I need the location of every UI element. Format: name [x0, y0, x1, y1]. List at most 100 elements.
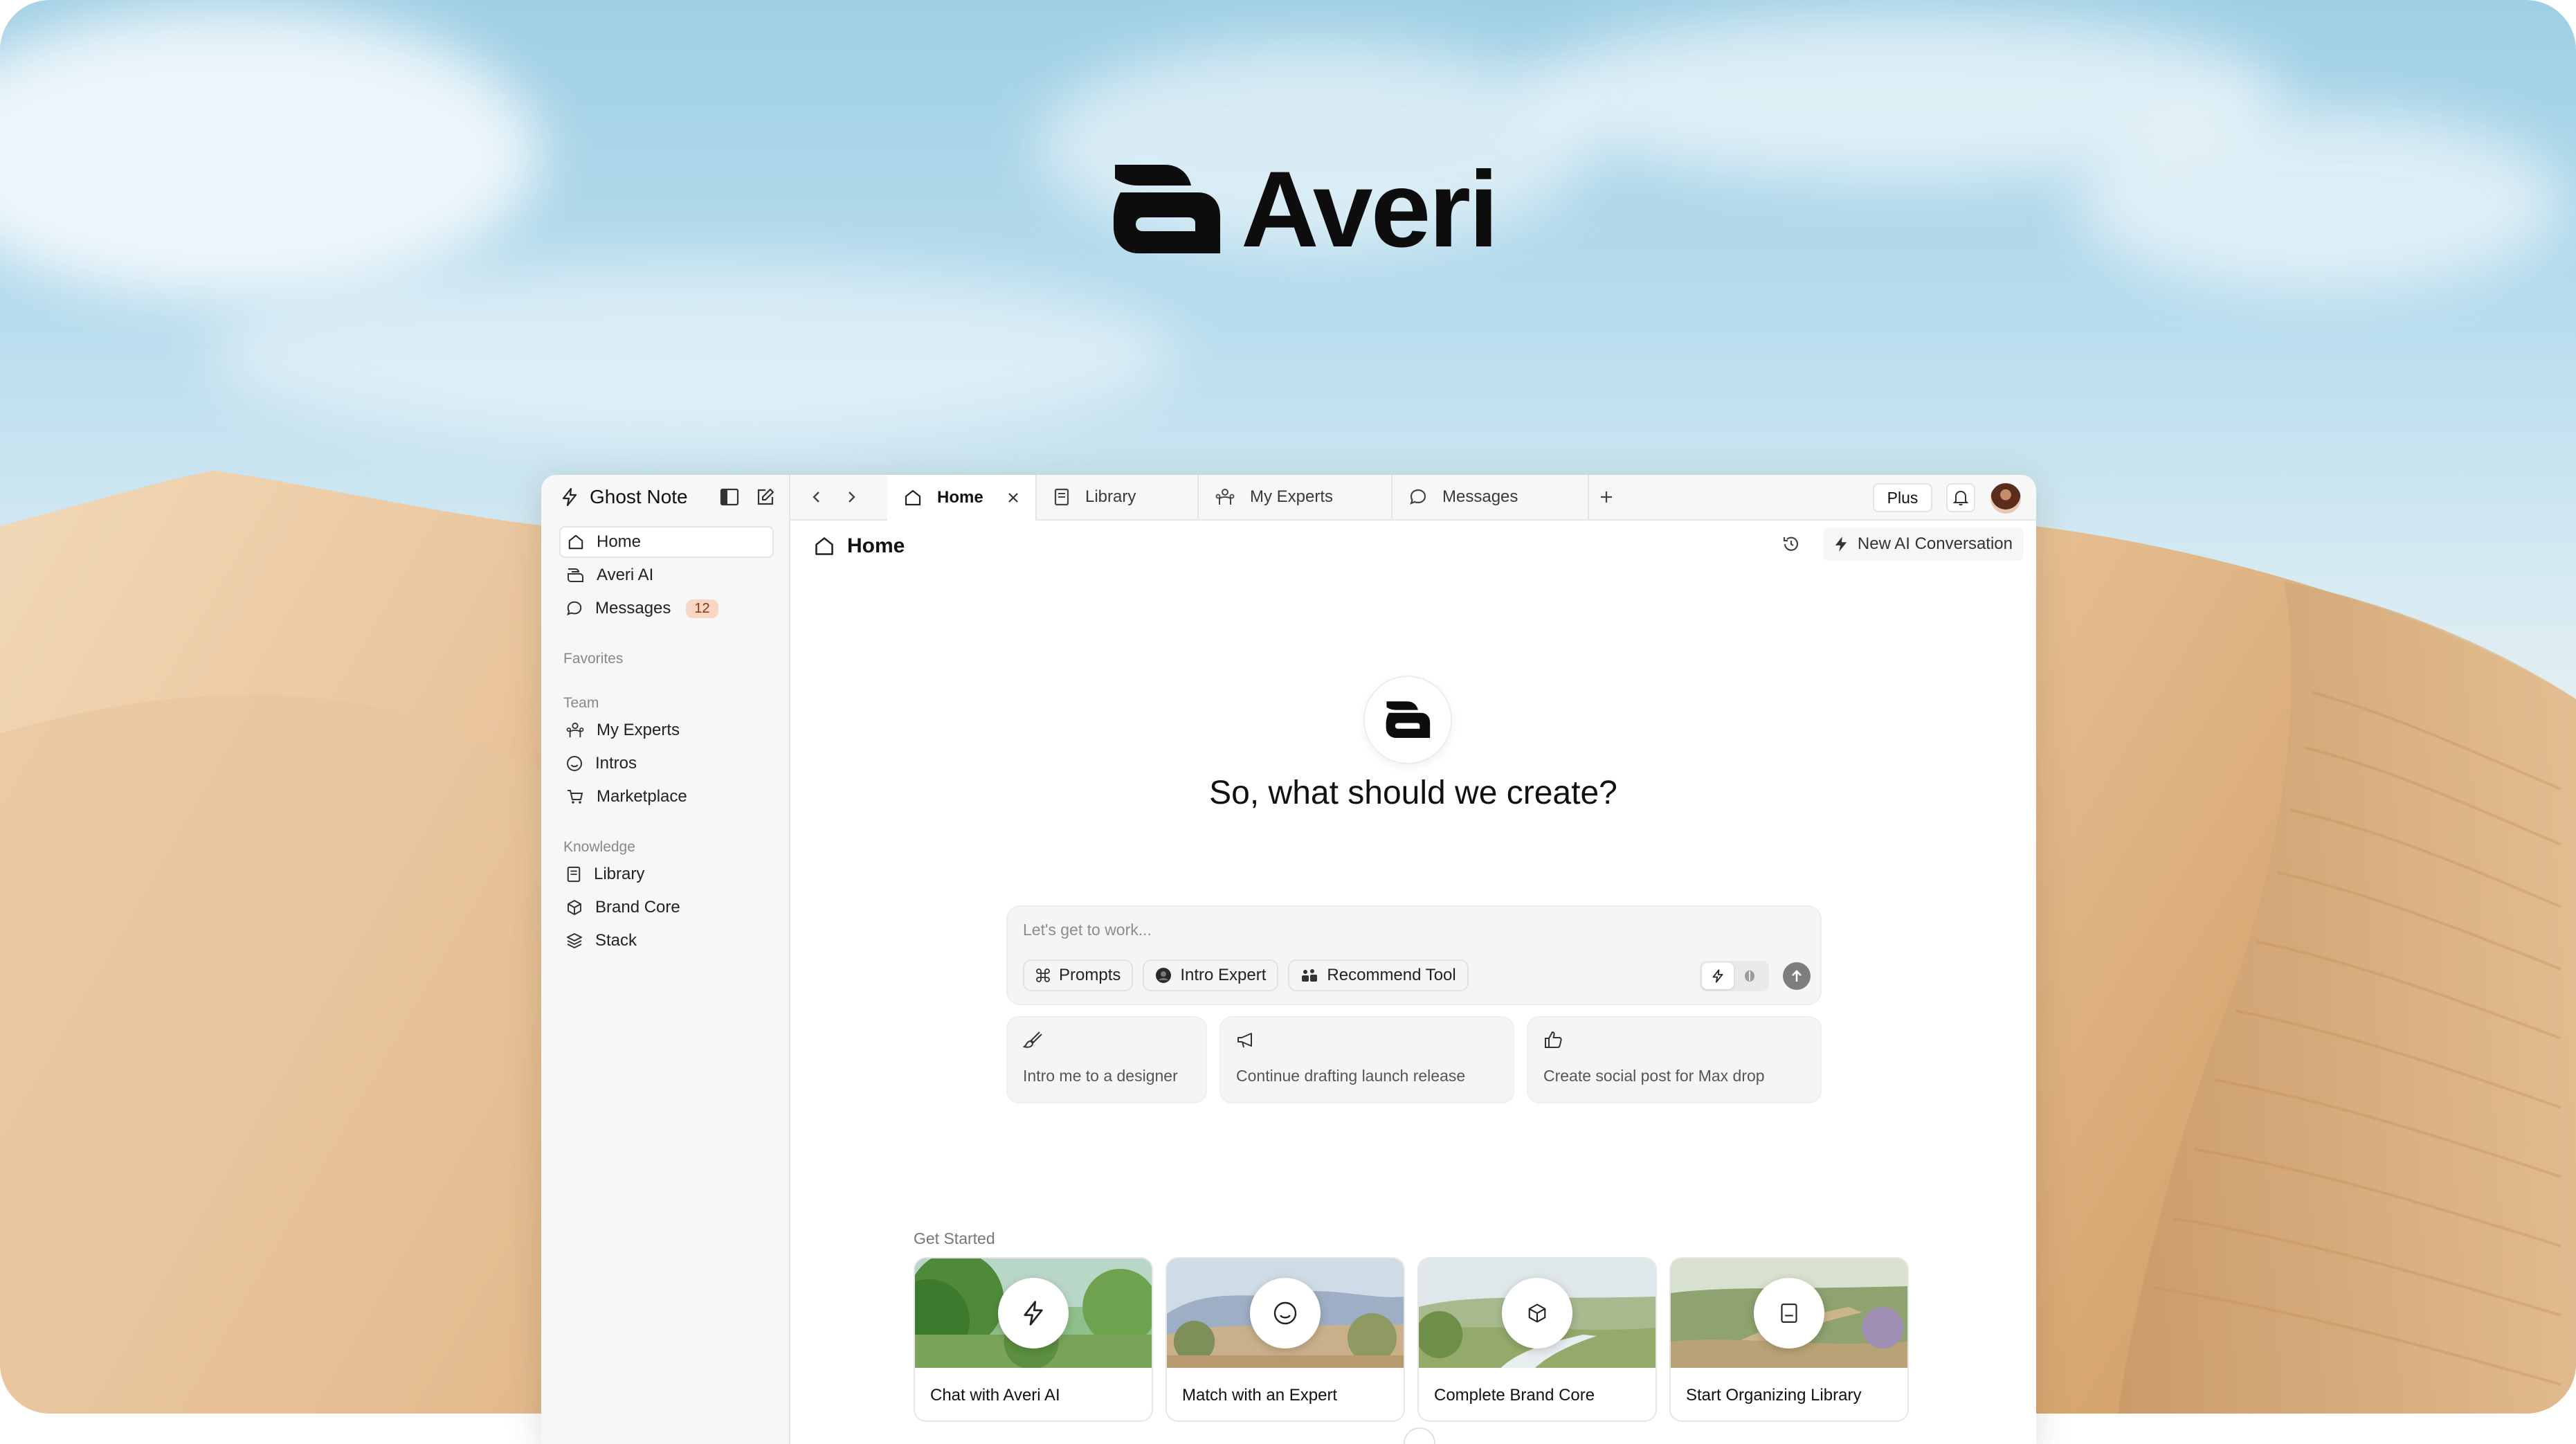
- sidebar-item-intros[interactable]: Intros: [559, 748, 774, 779]
- experts-icon: [1215, 489, 1235, 505]
- expert-avatar-icon: [1156, 968, 1172, 983]
- command-icon: [1036, 968, 1050, 982]
- get-started-heading: Get Started: [914, 1229, 995, 1247]
- suggestion-label: Intro me to a designer: [1023, 1067, 1178, 1085]
- sidebar-item-averi-ai[interactable]: Averi AI: [559, 559, 774, 591]
- brand-logo: Averi: [1111, 150, 1498, 270]
- close-icon[interactable]: [1006, 491, 1020, 505]
- card-icon-badge: [998, 1278, 1069, 1348]
- suggestion-label: Continue drafting launch release: [1236, 1067, 1466, 1085]
- cart-icon: [568, 790, 583, 804]
- team-heading: Team: [563, 695, 599, 711]
- suggestion-label: Create social post for Max drop: [1543, 1067, 1765, 1085]
- suggestion-card[interactable]: Continue drafting launch release: [1219, 1016, 1514, 1103]
- plus-icon: [1601, 491, 1612, 503]
- unread-count-badge: 12: [686, 599, 718, 618]
- new-tab-button[interactable]: [1599, 475, 1614, 519]
- get-started-card[interactable]: Complete Brand Core: [1417, 1257, 1657, 1422]
- sidebar-toggle-icon[interactable]: [720, 488, 739, 506]
- compose-icon[interactable]: [756, 487, 775, 507]
- averi-logo-icon: [1386, 701, 1431, 738]
- sidebar-item-home[interactable]: Home: [559, 526, 774, 558]
- get-started-card[interactable]: Match with an Expert: [1165, 1257, 1405, 1422]
- card-icon-badge: [1754, 1278, 1824, 1348]
- user-avatar[interactable]: [1990, 483, 2021, 514]
- chip-label: Prompts: [1059, 966, 1121, 984]
- sidebar-item-my-experts[interactable]: My Experts: [559, 714, 774, 746]
- mode-toggle[interactable]: [1700, 961, 1769, 991]
- plan-button[interactable]: Plus: [1873, 483, 1932, 512]
- prompt-composer[interactable]: Let's get to work... Prompts Intro Exper…: [1006, 905, 1822, 1005]
- arrow-up-icon: [1792, 970, 1802, 982]
- book-icon: [1781, 1303, 1797, 1323]
- deep-mode-option[interactable]: [1734, 963, 1766, 989]
- history-button[interactable]: [1775, 527, 1808, 561]
- knowledge-heading: Knowledge: [563, 839, 635, 855]
- experts-icon: [566, 722, 584, 738]
- forward-arrow-icon[interactable]: [846, 489, 857, 505]
- get-started-card[interactable]: Chat with Averi AI: [914, 1257, 1153, 1422]
- card-title: Chat with Averi AI: [930, 1386, 1060, 1405]
- prompts-chip[interactable]: Prompts: [1023, 959, 1134, 991]
- card-icon-badge: [1250, 1278, 1321, 1348]
- tab-messages[interactable]: Messages: [1393, 475, 1589, 519]
- app-window: Ghost Note Home Library My Experts Messa…: [541, 475, 2036, 1444]
- cube-icon: [568, 900, 581, 915]
- top-bar: Ghost Note Home Library My Experts Messa…: [541, 475, 2036, 521]
- fast-mode-option[interactable]: [1702, 963, 1734, 989]
- megaphone-icon: [1237, 1033, 1252, 1048]
- tab-label: Home: [937, 488, 983, 507]
- tab-home[interactable]: Home: [887, 475, 1037, 521]
- tab-library[interactable]: Library: [1037, 475, 1199, 519]
- send-button[interactable]: [1783, 962, 1811, 990]
- tab-my-experts[interactable]: My Experts: [1199, 475, 1393, 519]
- workspace-switcher[interactable]: Ghost Note: [541, 475, 790, 519]
- card-title: Match with an Expert: [1182, 1386, 1338, 1405]
- paintbrush-icon: [1022, 1031, 1042, 1048]
- intro-expert-chip[interactable]: Intro Expert: [1143, 959, 1279, 991]
- card-title: Start Organizing Library: [1686, 1386, 1862, 1405]
- scroll-down-button[interactable]: [1404, 1427, 1435, 1444]
- tab-label: Messages: [1442, 487, 1518, 506]
- book-icon: [1054, 488, 1069, 506]
- sidebar: Home Averi AI Messages 12 Favorites Team…: [541, 519, 790, 1444]
- page-title: Home: [814, 534, 905, 558]
- history-icon: [1783, 536, 1798, 551]
- prompt-input[interactable]: Let's get to work...: [1023, 921, 1152, 939]
- card-title: Complete Brand Core: [1434, 1386, 1595, 1405]
- home-icon: [905, 489, 921, 506]
- brand-name: Averi: [1241, 150, 1498, 270]
- main-content: Home New AI Conversation So, what should…: [790, 519, 2036, 1444]
- sidebar-item-library[interactable]: Library: [559, 858, 774, 890]
- hero-heading: So, what should we create?: [1209, 775, 1617, 811]
- suggestion-card[interactable]: Intro me to a designer: [1006, 1016, 1207, 1103]
- history-nav: [790, 475, 857, 519]
- home-icon: [815, 537, 833, 555]
- sidebar-item-marketplace[interactable]: Marketplace: [559, 781, 774, 813]
- back-arrow-icon[interactable]: [811, 489, 822, 505]
- suggestion-card[interactable]: Create social post for Max drop: [1527, 1016, 1822, 1103]
- averi-icon: [568, 568, 583, 582]
- sidebar-item-label: Brand Core: [595, 898, 680, 917]
- bell-icon: [1953, 490, 1968, 506]
- sidebar-item-label: Intros: [595, 754, 637, 773]
- header-actions: New AI Conversation: [1775, 527, 2024, 561]
- notifications-button[interactable]: [1946, 483, 1975, 512]
- smile-icon: [1273, 1301, 1297, 1325]
- workspace-name: Ghost Note: [590, 486, 688, 507]
- sidebar-item-label: My Experts: [597, 721, 680, 739]
- recommend-tool-chip[interactable]: Recommend Tool: [1288, 959, 1469, 991]
- favorites-heading: Favorites: [563, 651, 624, 667]
- get-started-card[interactable]: Start Organizing Library: [1669, 1257, 1909, 1422]
- sidebar-item-messages[interactable]: Messages 12: [559, 593, 774, 624]
- new-ai-conversation-button[interactable]: New AI Conversation: [1822, 527, 2024, 561]
- sidebar-item-brand-core[interactable]: Brand Core: [559, 892, 774, 923]
- sidebar-item-label: Library: [594, 865, 645, 883]
- composer-chips: Prompts Intro Expert Recommend Tool: [1023, 959, 1469, 991]
- lightning-icon: [562, 488, 577, 506]
- tab-label: My Experts: [1250, 487, 1334, 506]
- sidebar-item-stack[interactable]: Stack: [559, 925, 774, 957]
- sidebar-item-label: Averi AI: [597, 566, 654, 584]
- chip-label: Recommend Tool: [1327, 966, 1456, 984]
- tab-label: Library: [1085, 487, 1136, 506]
